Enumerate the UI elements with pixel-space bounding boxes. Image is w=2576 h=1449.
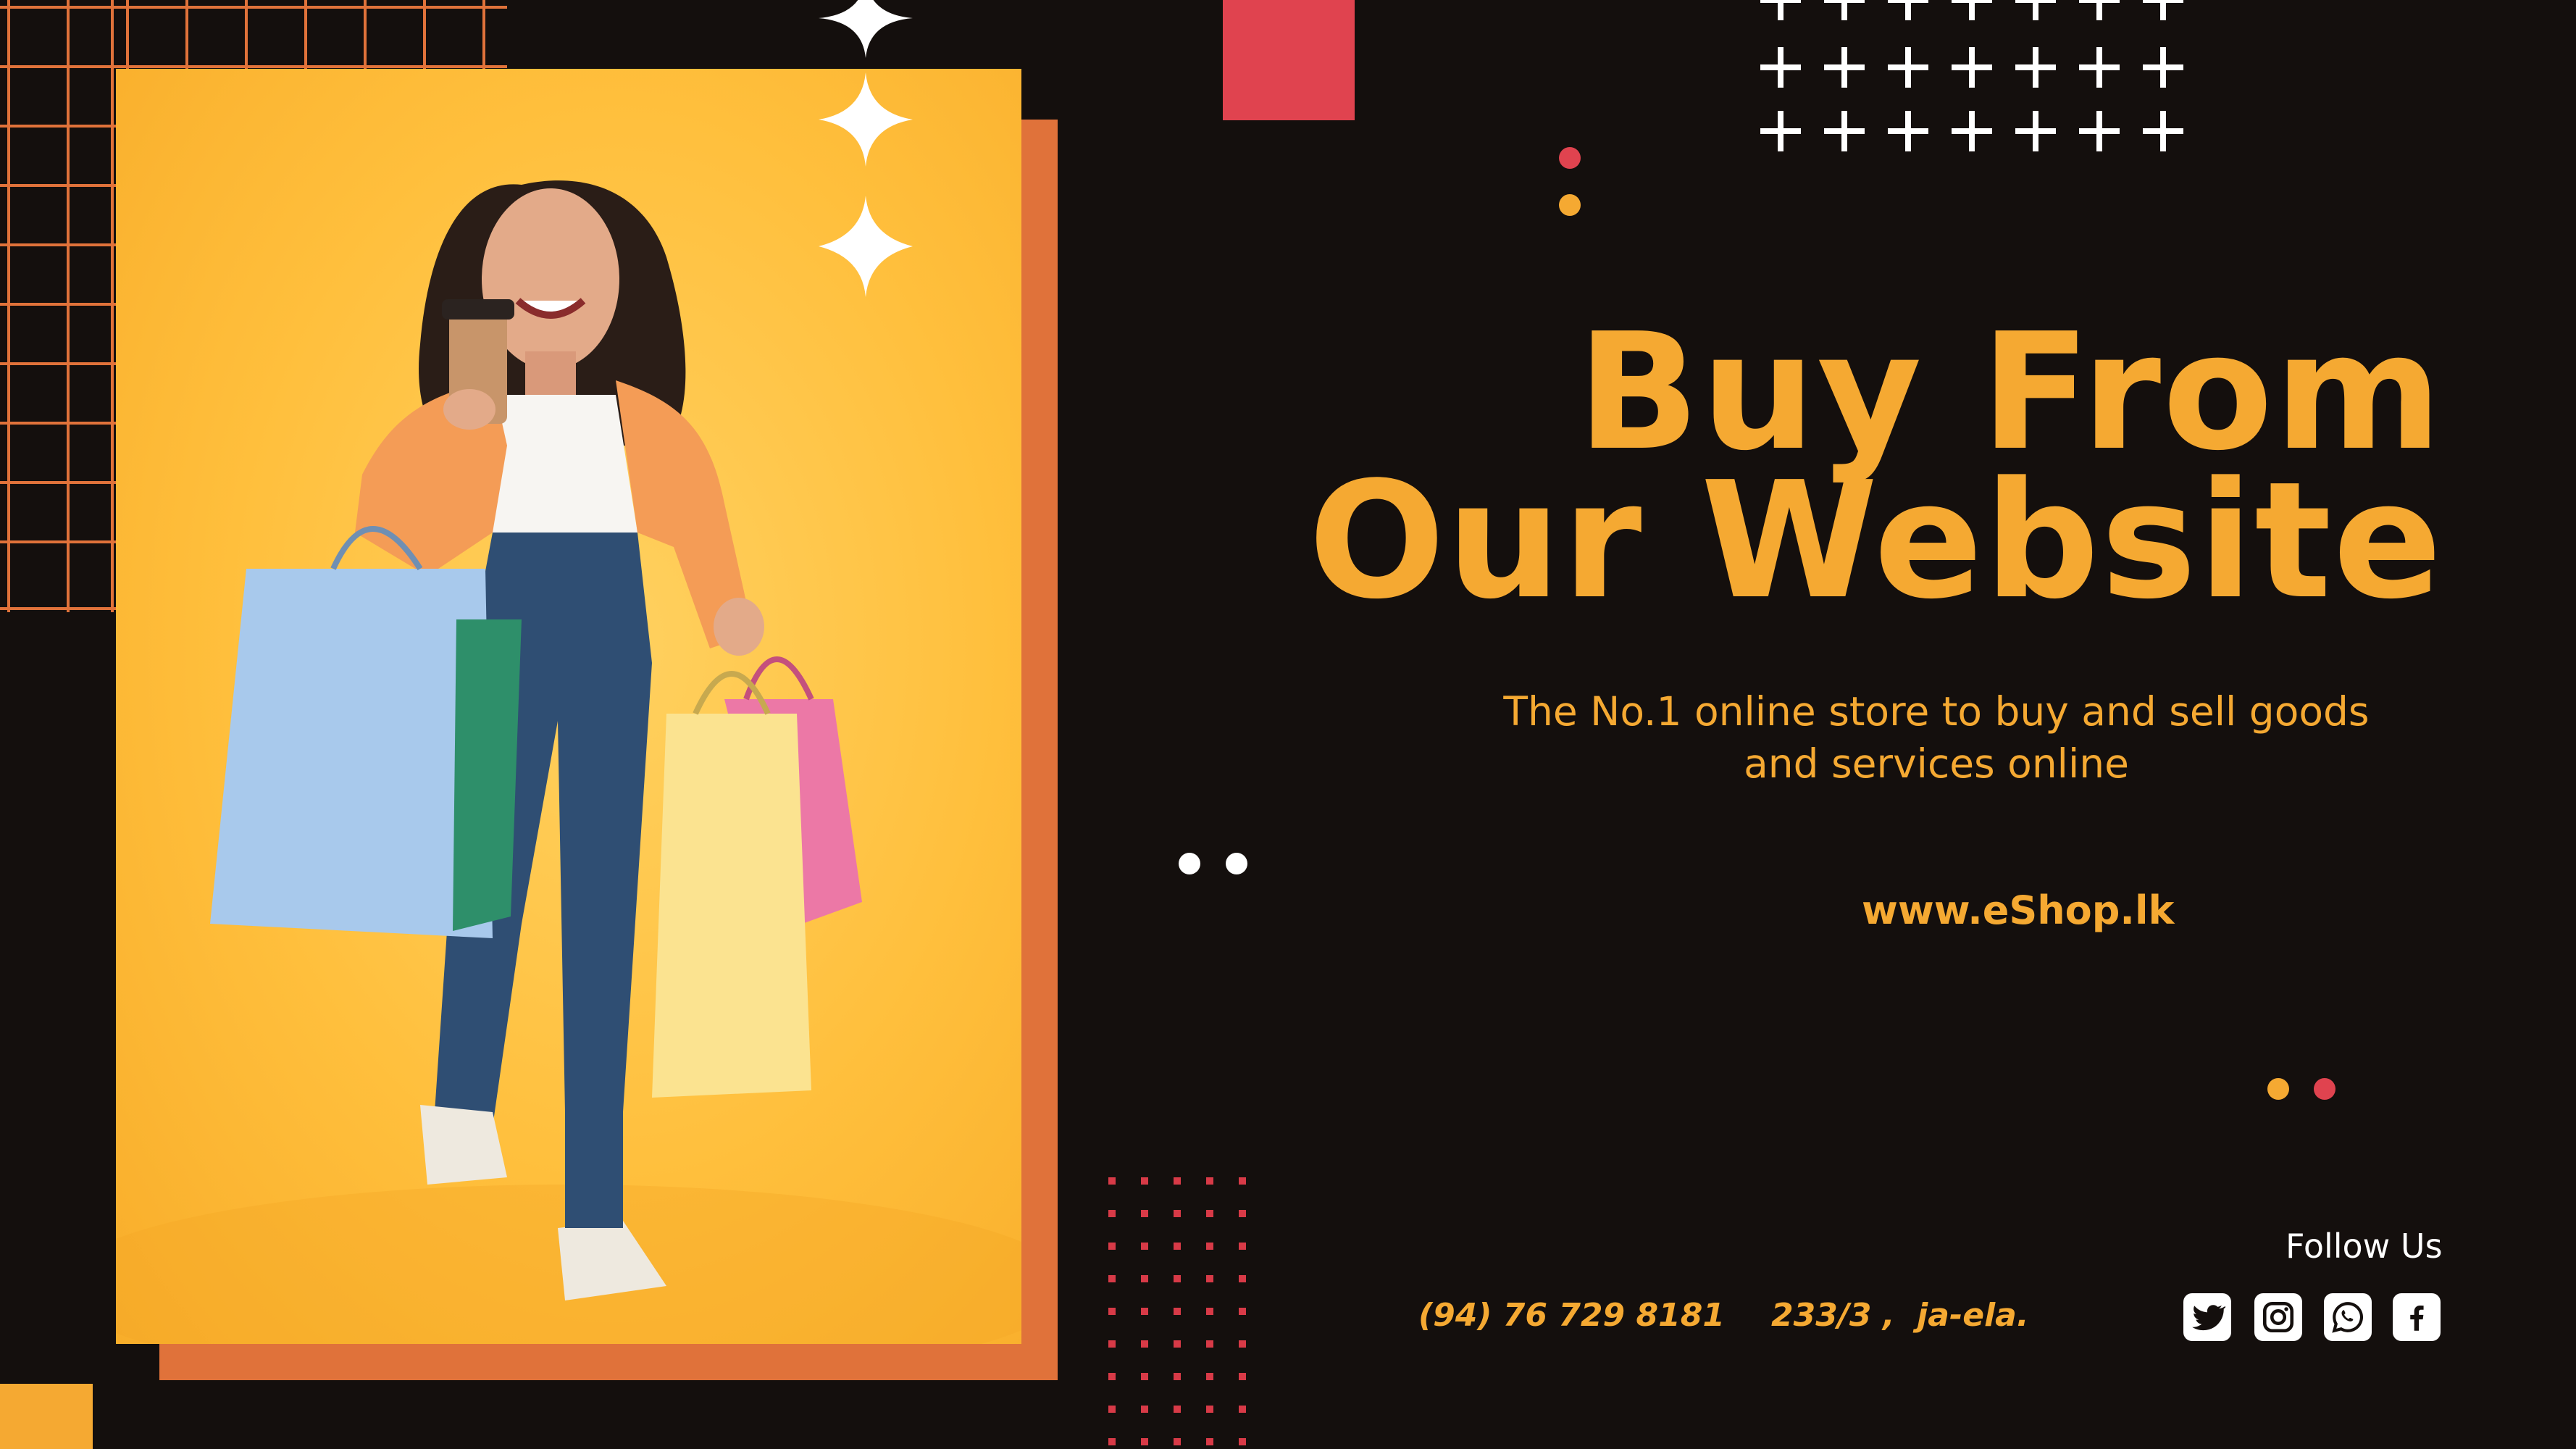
subtitle-line-1: The No.1 online store to buy and sell go…	[1503, 688, 2370, 735]
facebook-icon[interactable]	[2393, 1293, 2441, 1341]
red-accent-block	[1223, 0, 1355, 120]
whatsapp-icon[interactable]	[2324, 1293, 2372, 1341]
plus-icon	[1760, 0, 1801, 20]
plus-icon	[1888, 47, 1928, 88]
headline-line-1: Buy From	[1576, 299, 2443, 486]
plus-icon	[2079, 0, 2120, 20]
headline-line-2: Our Website	[1308, 448, 2443, 635]
promo-banner: Buy From Our Website The No.1 online sto…	[0, 0, 2576, 1449]
plus-icon	[1824, 0, 1865, 20]
orange-corner-block	[0, 1384, 93, 1449]
phone-number: (94) 76 729 8181	[1418, 1297, 1725, 1334]
plus-icon	[1952, 111, 1992, 151]
subtitle: The No.1 online store to buy and sell go…	[1429, 685, 2443, 790]
plus-icon	[1952, 47, 1992, 88]
website-link[interactable]: www.eShop.lk	[1862, 888, 2174, 933]
plus-pattern	[1753, 0, 2195, 156]
white-dot	[1179, 853, 1200, 874]
plus-icon	[2143, 111, 2183, 151]
address: 233/3 , ja-ela.	[1771, 1297, 2029, 1334]
plus-icon	[1824, 47, 1865, 88]
plus-icon	[1760, 111, 1801, 151]
plus-icon	[2015, 47, 2056, 88]
plus-icon	[2079, 47, 2120, 88]
plus-icon	[2015, 0, 2056, 20]
headline: Buy From Our Website	[1212, 299, 2443, 635]
orange-dot	[1559, 194, 1581, 216]
plus-icon	[1888, 111, 1928, 151]
follow-us-label: Follow Us	[2286, 1227, 2443, 1266]
plus-icon	[1760, 47, 1801, 88]
subtitle-line-2: and services online	[1744, 740, 2129, 787]
sparkle-icons	[819, 0, 913, 297]
instagram-icon[interactable]	[2254, 1293, 2302, 1341]
plus-icon	[2143, 0, 2183, 20]
orange-dot	[2267, 1078, 2289, 1100]
twitter-icon[interactable]	[2183, 1293, 2231, 1341]
plus-icon	[2015, 111, 2056, 151]
plus-icon	[1952, 0, 1992, 20]
red-dot	[1559, 147, 1581, 169]
plus-icon	[1824, 111, 1865, 151]
red-dot-pattern	[1108, 1177, 1253, 1449]
plus-icon	[1888, 0, 1928, 20]
white-dot	[1226, 853, 1247, 874]
plus-icon	[2143, 47, 2183, 88]
red-dot	[2314, 1078, 2335, 1100]
plus-icon	[2079, 111, 2120, 151]
